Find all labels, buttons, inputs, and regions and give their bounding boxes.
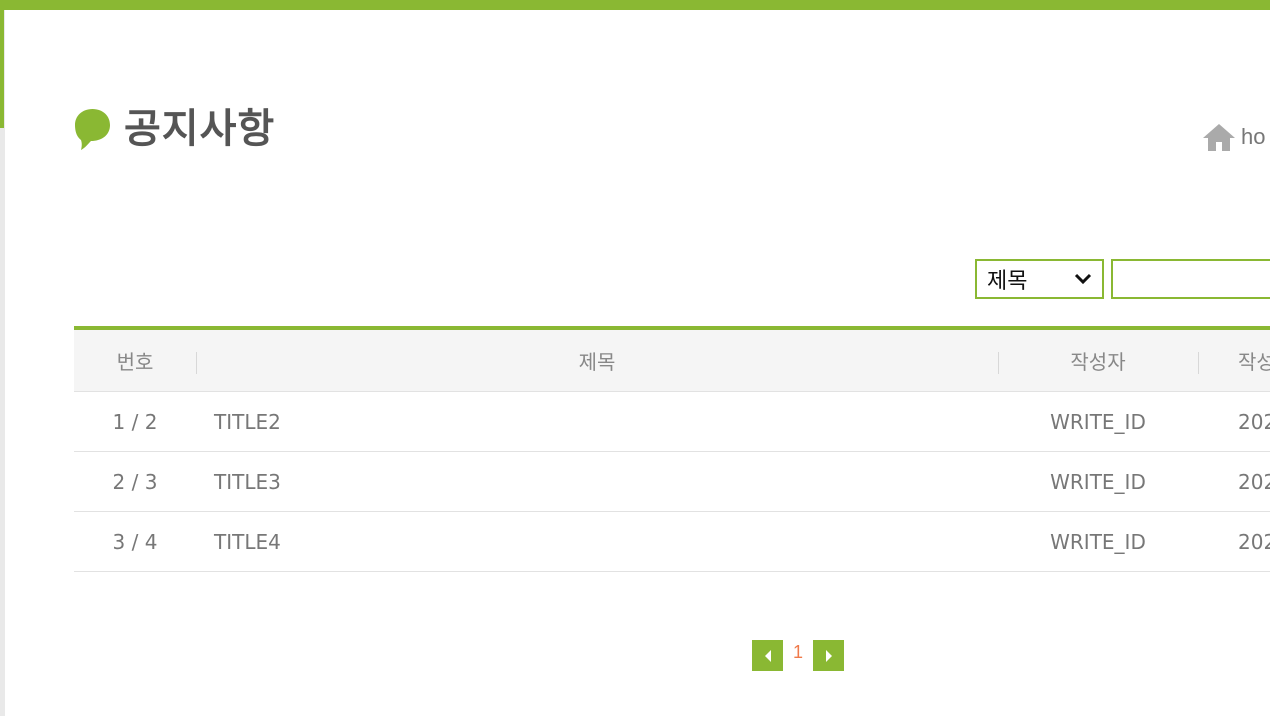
row-title-link[interactable]: TITLE3 xyxy=(214,452,1016,511)
column-header-date: 작성일 xyxy=(1238,350,1270,374)
pagination: 1 xyxy=(752,640,844,671)
row-writer: WRITE_ID xyxy=(1050,529,1146,554)
column-header-title: 제목 xyxy=(578,350,616,374)
column-divider xyxy=(1198,352,1199,374)
triangle-left-icon xyxy=(764,649,771,662)
column-header-writer: 작성자 xyxy=(1070,350,1126,374)
chevron-down-icon xyxy=(1074,273,1092,285)
home-link[interactable]: ho xyxy=(1202,122,1265,152)
search-keyword-input[interactable] xyxy=(1111,259,1270,299)
table-row[interactable]: 1 / 2 TITLE2 WRITE_ID 202 xyxy=(74,392,1270,452)
row-title-link[interactable]: TITLE2 xyxy=(214,392,1016,451)
table-row[interactable]: 2 / 3 TITLE3 WRITE_ID 202 xyxy=(74,452,1270,512)
page-title: 공지사항 xyxy=(124,106,276,152)
triangle-right-icon xyxy=(825,649,832,662)
search-field-select[interactable]: 제목 xyxy=(975,259,1104,299)
row-number: 3 / 4 xyxy=(112,529,158,554)
prev-page-button[interactable] xyxy=(752,640,783,671)
row-number: 1 / 2 xyxy=(112,409,158,434)
home-link-label: ho xyxy=(1241,124,1266,149)
column-header-number: 번호 xyxy=(116,350,154,374)
row-title-link[interactable]: TITLE4 xyxy=(214,512,1016,571)
row-date: 202 xyxy=(1238,469,1270,494)
table-header-row: 번호 제목 작성자 작성일 xyxy=(74,326,1270,392)
row-writer: WRITE_ID xyxy=(1050,409,1146,434)
row-date: 202 xyxy=(1238,529,1270,554)
speech-bubble-icon xyxy=(75,109,110,150)
home-icon xyxy=(1203,124,1235,151)
notice-board-table: 번호 제목 작성자 작성일 1 / 2 TITLE2 WRITE_ID 202 … xyxy=(74,326,1270,572)
next-page-button[interactable] xyxy=(813,640,844,671)
page-number-current[interactable]: 1 xyxy=(783,642,813,663)
row-number: 2 / 3 xyxy=(112,469,158,494)
table-row[interactable]: 3 / 4 TITLE4 WRITE_ID 202 xyxy=(74,512,1270,572)
row-date: 202 xyxy=(1238,409,1270,434)
search-field-selected-value: 제목 xyxy=(987,269,1028,294)
row-writer: WRITE_ID xyxy=(1050,469,1146,494)
left-accent-bar xyxy=(0,10,4,128)
top-accent-bar xyxy=(0,0,1270,10)
